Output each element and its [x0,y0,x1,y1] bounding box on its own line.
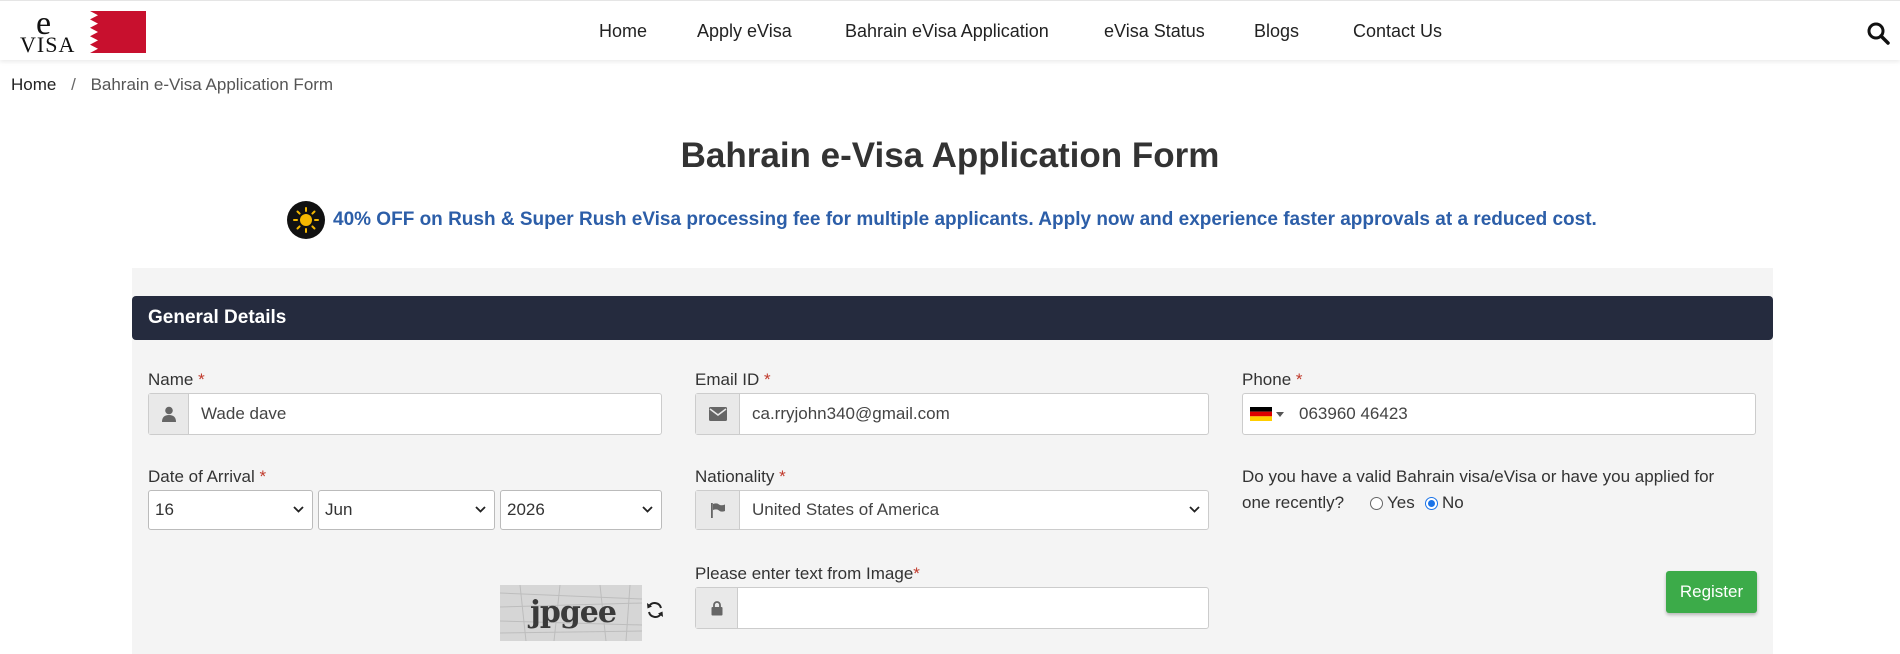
email-field[interactable]: ca.rryjohn340@gmail.com [695,393,1209,435]
captcha-image: jpgee [500,585,642,641]
search-icon[interactable] [1866,21,1890,45]
phone-input[interactable]: 063960 46423 [1291,394,1755,434]
register-button[interactable]: Register [1666,571,1757,613]
nav-blogs[interactable]: Blogs [1254,21,1299,42]
radio-no[interactable] [1425,496,1438,510]
chevron-down-icon [293,506,304,513]
refresh-icon[interactable] [646,601,664,619]
nav-contact-us[interactable]: Contact Us [1353,21,1442,42]
nav-apply-evisa[interactable]: Apply eVisa [697,21,792,42]
sun-icon [287,201,325,239]
arrival-month-select[interactable]: Jun [318,490,495,530]
germany-flag-icon [1250,407,1272,421]
nav-bahrain-evisa-application[interactable]: Bahrain eVisa Application [845,21,1049,42]
arrival-year-value: 2026 [507,500,545,519]
breadcrumb-home[interactable]: Home [11,75,56,94]
lock-icon [696,588,738,628]
nationality-label: Nationality * [695,467,786,486]
promo-text: 40% OFF on Rush & Super Rush eVisa proce… [333,209,1597,230]
evisa-logo[interactable]: e VISA [18,5,146,57]
chevron-down-icon [642,506,653,513]
nav-home[interactable]: Home [599,21,647,42]
radio-yes-label: Yes [1387,493,1415,512]
phone-field[interactable]: 063960 46423 [1242,393,1756,435]
bahrain-flag-icon [76,11,146,53]
prior-visa-yes[interactable]: Yes [1370,493,1415,513]
arrival-day-select[interactable]: 16 [148,490,313,530]
nationality-field[interactable]: United States of America [695,490,1209,530]
caret-down-icon [1276,411,1284,417]
prior-visa-question: Do you have a valid Bahrain visa/eVisa o… [1242,467,1715,486]
arrival-month-value: Jun [325,500,353,519]
prior-visa-no[interactable]: No [1425,493,1464,513]
captcha-field[interactable] [695,587,1209,629]
flag-icon [696,491,740,529]
arrival-year-select[interactable]: 2026 [500,490,662,530]
nationality-select[interactable]: United States of America [740,491,1208,529]
captcha-text: jpgee [530,595,617,630]
logo-word: VISA [20,32,76,57]
arrival-label: Date of Arrival * [148,467,267,486]
captcha-label: Please enter text from Image* [695,564,920,583]
page-title: Bahrain e-Visa Application Form [680,136,1220,175]
email-input[interactable]: ca.rryjohn340@gmail.com [740,394,1208,434]
captcha-input[interactable] [738,588,1208,628]
breadcrumb-separator: / [71,75,76,94]
chevron-down-icon [1189,506,1200,513]
arrival-day-value: 16 [155,500,174,519]
breadcrumb-current: Bahrain e-Visa Application Form [90,75,334,94]
radio-no-label: No [1442,493,1464,512]
breadcrumb: Home / Bahrain e-Visa Application Form [11,75,333,95]
user-icon [149,394,189,434]
section-header: General Details [132,296,1773,340]
top-navbar: e VISA Home Apply eVisa Bahrain eVisa Ap… [0,0,1900,60]
envelope-icon [696,394,740,434]
phone-label: Phone * [1242,370,1303,389]
name-field[interactable]: Wade dave [148,393,662,435]
email-label: Email ID * [695,370,771,389]
prior-visa-question-cont: one recently? [1242,493,1345,512]
country-selector[interactable] [1243,394,1291,434]
nav-evisa-status[interactable]: eVisa Status [1104,21,1205,42]
promo-banner: 40% OFF on Rush & Super Rush eVisa proce… [287,200,1597,240]
name-input[interactable]: Wade dave [189,394,661,434]
chevron-down-icon [475,506,486,513]
radio-yes[interactable] [1370,496,1383,510]
name-label: Name * [148,370,205,389]
